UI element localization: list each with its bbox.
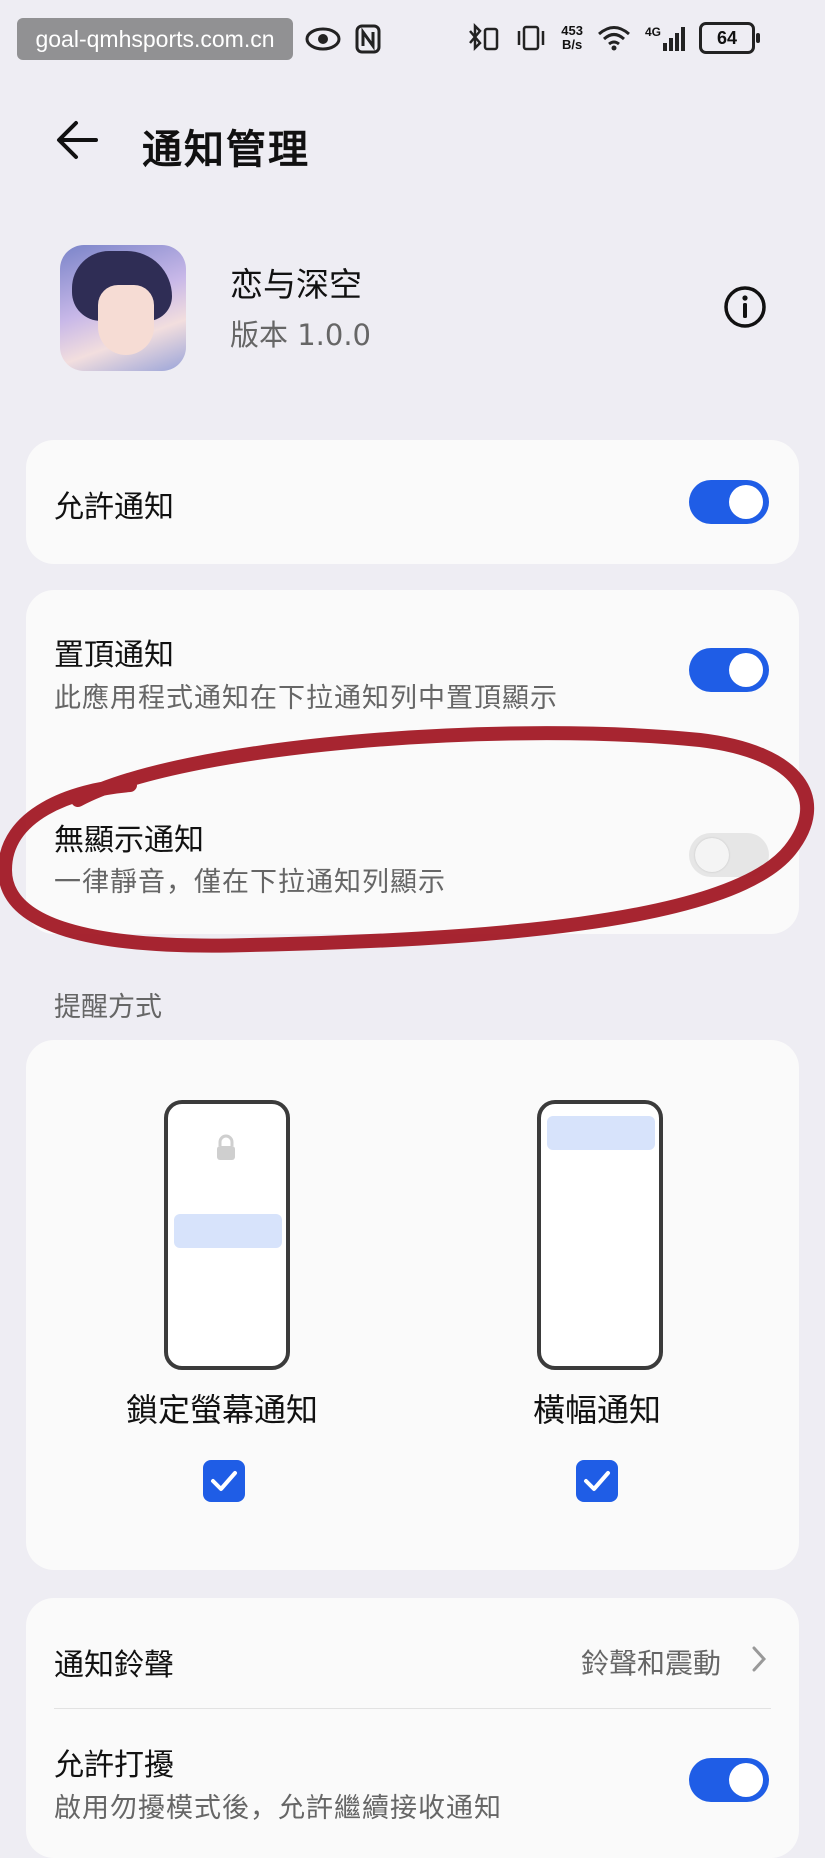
banner-checkbox[interactable] — [576, 1460, 618, 1502]
back-arrow-icon[interactable] — [52, 115, 102, 165]
lockscreen-checkbox[interactable] — [203, 1460, 245, 1502]
app-version: 版本 1.0.0 — [230, 318, 372, 352]
silent-notifications-toggle[interactable] — [689, 833, 769, 877]
allow-notifications-toggle[interactable] — [689, 480, 769, 524]
vibrate-icon — [518, 25, 545, 51]
ringtone-label[interactable]: 通知鈴聲 — [54, 1640, 174, 1684]
battery-indicator: 64 — [699, 22, 760, 54]
allow-notifications-card: 允許通知 — [26, 440, 799, 564]
notification-preview-banner — [174, 1214, 282, 1248]
silent-notifications-label: 無顯示通知 — [54, 823, 204, 858]
pin-notifications-desc: 此應用程式通知在下拉通知列中置頂顯示 — [54, 683, 558, 714]
status-icons-left — [305, 24, 381, 54]
header: 通知管理 — [0, 95, 825, 190]
lock-icon — [217, 1134, 235, 1160]
silent-notifications-desc: 一律靜音，僅在下拉通知列顯示 — [54, 867, 446, 898]
dnd-desc: 啟用勿擾模式後，允許繼續接收通知 — [54, 1793, 502, 1824]
info-icon[interactable] — [723, 285, 767, 329]
network-speed: 453 B/s — [561, 23, 583, 52]
status-bar: goal-qmhsports.com.cn 453 B/s 4G 64 — [0, 0, 825, 82]
chevron-right-icon — [752, 1646, 767, 1672]
app-icon — [60, 245, 186, 371]
check-icon — [584, 1471, 610, 1491]
pin-notifications-label: 置頂通知 — [54, 638, 174, 673]
banner-preview[interactable] — [537, 1100, 663, 1370]
notification-type-card: 置頂通知 此應用程式通知在下拉通知列中置頂顯示 無顯示通知 一律靜音，僅在下拉通… — [26, 590, 799, 934]
pin-notifications-toggle[interactable] — [689, 648, 769, 692]
divider — [54, 1708, 771, 1709]
reminder-mode-card: 鎖定螢幕通知 橫幅通知 — [26, 1040, 799, 1570]
reminder-section-label: 提醒方式 — [54, 992, 162, 1023]
wifi-icon — [598, 26, 630, 51]
nfc-icon — [355, 24, 381, 54]
lockscreen-preview[interactable] — [164, 1100, 290, 1370]
dnd-toggle[interactable] — [689, 1758, 769, 1802]
watermark: goal-qmhsports.com.cn — [17, 18, 293, 60]
eye-icon — [305, 27, 341, 51]
banner-label: 橫幅通知 — [532, 1391, 661, 1429]
dnd-label: 允許打擾 — [54, 1748, 174, 1783]
app-name: 恋与深空 — [230, 265, 362, 304]
lockscreen-label: 鎖定螢幕通知 — [125, 1391, 318, 1429]
signal-icon: 4G — [645, 25, 685, 51]
status-icons-right: 453 B/s 4G 64 — [467, 22, 760, 54]
banner-preview-bar — [547, 1116, 655, 1150]
check-icon — [211, 1471, 237, 1491]
network-type: 4G — [644, 25, 661, 39]
bluetooth-battery-icon — [469, 23, 499, 52]
sound-card: 通知鈴聲 鈴聲和震動 允許打擾 啟用勿擾模式後，允許繼續接收通知 — [26, 1598, 799, 1858]
app-info: 恋与深空 版本 1.0.0 — [0, 240, 825, 375]
page-title: 通知管理 — [142, 127, 310, 173]
ringtone-value[interactable]: 鈴聲和震動 — [581, 1642, 721, 1682]
allow-notifications-label: 允許通知 — [54, 490, 174, 525]
